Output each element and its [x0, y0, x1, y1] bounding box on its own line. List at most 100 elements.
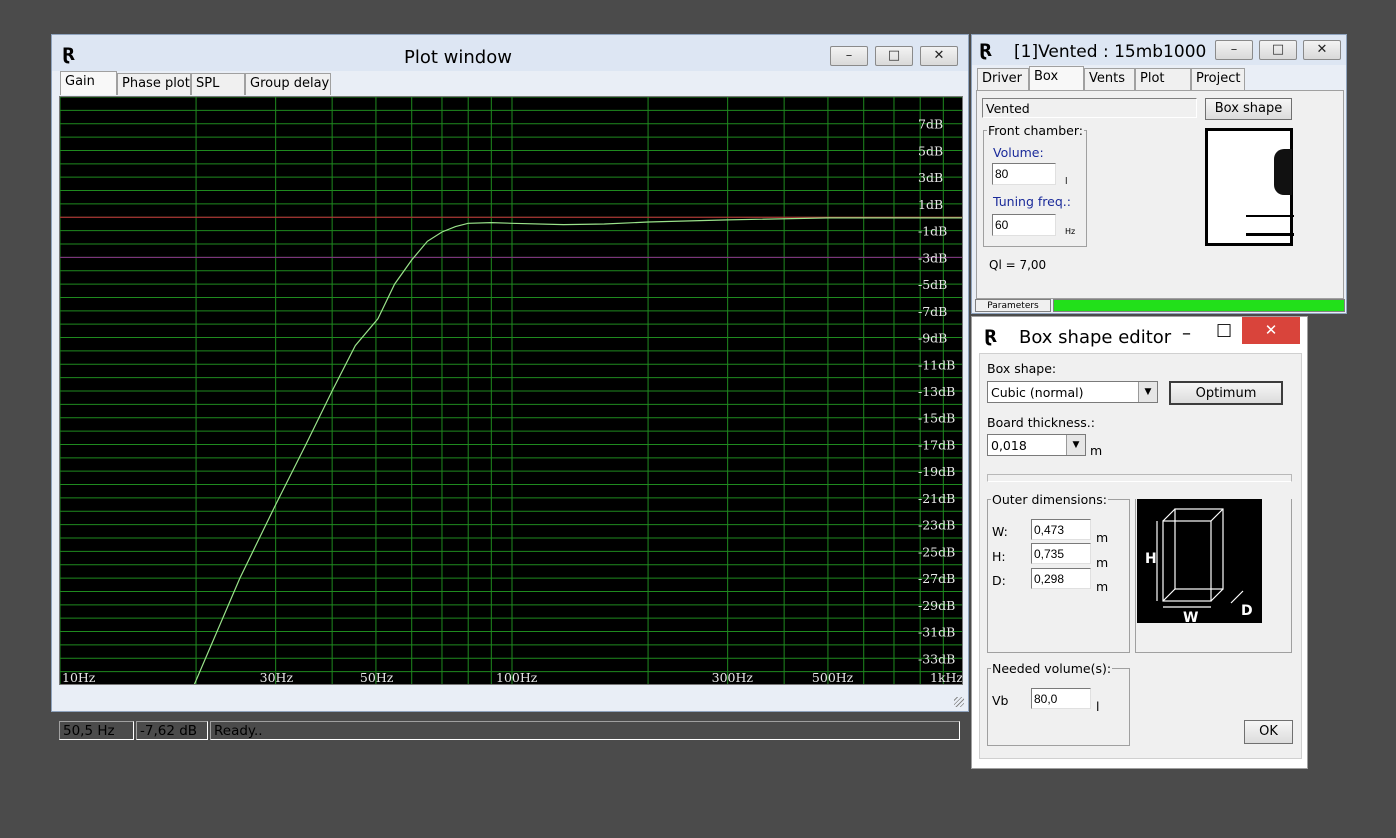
y-tick-label: -11dB: [918, 357, 955, 372]
h-unit: m: [1096, 555, 1109, 570]
box-shape-button[interactable]: Box shape: [1205, 98, 1292, 120]
volume-input[interactable]: 80: [992, 163, 1056, 185]
y-tick-label: -1dB: [918, 224, 947, 239]
board-thickness-label: Board thickness.:: [987, 415, 1095, 430]
height-input[interactable]: 0,735: [1031, 543, 1091, 564]
volume-unit: l: [1065, 177, 1068, 187]
tab-phase-plot[interactable]: Phase plot: [117, 73, 191, 95]
progress-bar: [1053, 299, 1345, 312]
x-tick-label: 50Hz: [360, 670, 394, 685]
app-icon: Ɽ: [984, 327, 998, 347]
tab-plot[interactable]: Plot: [1135, 68, 1191, 90]
y-tick-label: -19dB: [918, 464, 955, 479]
plot-tabs: Gain Phase plot SPL Group delay: [60, 71, 331, 95]
x-tick-label: 100Hz: [496, 670, 538, 685]
box-shape-editor-window: Ɽ Box shape editor – □ ✕ Box shape: Cubi…: [971, 316, 1308, 769]
y-tick-label: 1dB: [918, 197, 943, 212]
tab-group-delay[interactable]: Group delay: [245, 73, 331, 95]
parameters-tab[interactable]: Parameters: [975, 299, 1051, 312]
y-tick-label: -29dB: [918, 598, 955, 613]
minimize-button[interactable]: –: [830, 46, 868, 66]
tuning-freq-input[interactable]: 60: [992, 214, 1056, 236]
close-button[interactable]: ✕: [1303, 40, 1341, 60]
tab-spl[interactable]: SPL: [191, 73, 245, 95]
y-tick-label: -3dB: [918, 250, 947, 265]
minimize-button[interactable]: –: [1182, 323, 1191, 344]
depth-input[interactable]: 0,298: [1031, 568, 1091, 589]
board-thickness-select[interactable]: 0,018 ▼: [987, 434, 1086, 456]
h-label: H:: [992, 549, 1006, 564]
tuning-label: Tuning freq.:: [993, 194, 1071, 209]
tuning-unit: Hz: [1065, 227, 1076, 236]
box-tab-panel: Vented Box shape Front chamber: Volume: …: [976, 90, 1344, 299]
y-tick-label: -9dB: [918, 331, 947, 346]
outer-dimensions-group: Outer dimensions: W: 0,473 m H: 0,735 m …: [987, 492, 1130, 653]
x-tick-label: 500Hz: [812, 670, 854, 685]
volume-label: Volume:: [993, 145, 1044, 160]
vent-line: [1246, 233, 1294, 236]
y-tick-label: -7dB: [918, 304, 947, 319]
gain-chart[interactable]: 7dB 5dB 3dB 1dB -1dB -3dB -5dB -7dB -9dB -11dB -13…: [59, 96, 963, 685]
project-window-titlebar[interactable]: Ɽ [1]Vented : 15mb1000 – □ ✕: [972, 35, 1346, 65]
y-tick-label: -21dB: [918, 491, 955, 506]
chevron-down-icon[interactable]: ▼: [1066, 435, 1085, 455]
y-tick-label: 3dB: [918, 170, 943, 185]
box-preview-image: [1205, 128, 1294, 246]
needed-volume-label: Needed volume(s):: [991, 661, 1113, 676]
separator: [987, 474, 1292, 482]
x-tick-label: 300Hz: [712, 670, 754, 685]
diagram-h-label: H: [1145, 551, 1157, 567]
y-tick-label: -17dB: [918, 437, 955, 452]
app-icon: Ɽ: [979, 41, 993, 61]
tab-gain[interactable]: Gain: [60, 71, 117, 95]
y-tick-label: -27dB: [918, 571, 955, 586]
box-shape-editor-titlebar[interactable]: Ɽ Box shape editor – □ ✕: [972, 317, 1307, 353]
vb-label: Vb: [992, 693, 1009, 708]
width-input[interactable]: 0,473: [1031, 519, 1091, 540]
app-icon: Ɽ: [62, 45, 76, 65]
status-gain: -7,62 dB: [136, 721, 208, 740]
diagram-d-label: D: [1241, 603, 1253, 619]
maximize-button[interactable]: □: [1216, 320, 1232, 340]
resize-grip-icon[interactable]: [954, 697, 964, 707]
close-button[interactable]: ✕: [1242, 317, 1300, 344]
plot-window-titlebar[interactable]: Ɽ Plot window – □ ✕: [52, 35, 968, 71]
progress-fill: [1054, 300, 1344, 311]
x-tick-label: 10Hz: [62, 670, 96, 685]
tab-project[interactable]: Project: [1191, 68, 1245, 90]
ok-button[interactable]: OK: [1244, 720, 1293, 744]
minimize-button[interactable]: –: [1215, 40, 1253, 60]
tab-vents[interactable]: Vents: [1084, 68, 1135, 90]
front-chamber-group: Front chamber: Volume: 80 l Tuning freq.…: [983, 123, 1087, 247]
x-tick-label: 1kHz: [930, 670, 963, 685]
vb-unit: l: [1096, 699, 1100, 714]
box-diagram: H W D: [1137, 499, 1262, 626]
project-window-title: [1]Vented : 15mb1000: [1014, 42, 1207, 62]
plot-window: Ɽ Plot window – □ ✕ Gain Phase plot SPL …: [51, 34, 969, 740]
vb-input[interactable]: 80,0: [1031, 688, 1091, 709]
d-unit: m: [1096, 579, 1109, 594]
d-label: D:: [992, 573, 1006, 588]
optimum-button[interactable]: Optimum: [1169, 381, 1283, 405]
board-thickness-value: 0,018: [991, 438, 1027, 453]
box-shape-select[interactable]: Cubic (normal) ▼: [987, 381, 1158, 403]
chevron-down-icon[interactable]: ▼: [1138, 382, 1157, 402]
tab-driver[interactable]: Driver: [977, 68, 1029, 90]
gain-curve: [193, 217, 962, 684]
tab-box[interactable]: Box: [1029, 66, 1084, 90]
y-tick-label: -33dB: [918, 651, 955, 666]
y-tick-label: -25dB: [918, 544, 955, 559]
y-tick-label: -15dB: [918, 411, 955, 426]
status-frequency: 50,5 Hz: [59, 721, 134, 740]
maximize-button[interactable]: □: [875, 46, 913, 66]
box-diagram-group: H W D: [1135, 499, 1292, 653]
w-unit: m: [1096, 530, 1109, 545]
ql-text: Ql = 7,00: [989, 258, 1047, 272]
box-shape-editor-title: Box shape editor: [1019, 327, 1172, 348]
vent-line: [1290, 215, 1292, 235]
close-button[interactable]: ✕: [920, 46, 958, 66]
y-tick-label: 7dB: [918, 117, 943, 132]
maximize-button[interactable]: □: [1259, 40, 1297, 60]
box-shape-label: Box shape:: [987, 361, 1057, 376]
w-label: W:: [992, 524, 1008, 539]
